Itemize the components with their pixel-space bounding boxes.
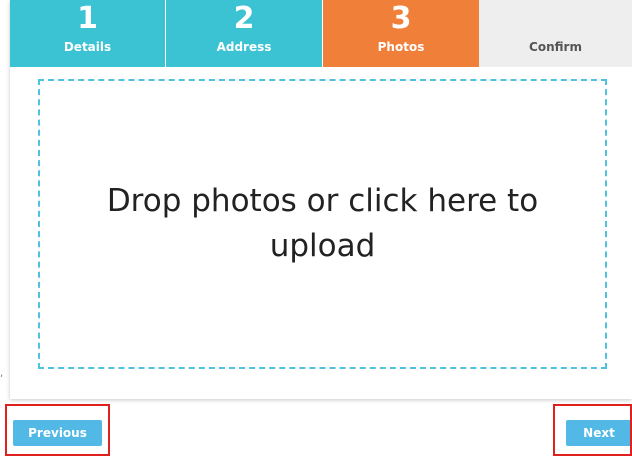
step-label: Address — [216, 40, 272, 54]
step-label: Confirm — [529, 40, 582, 54]
step-progress-bar: 1 Details 2 Address 3 Photos Confirm — [10, 0, 632, 67]
step-number: 1 — [77, 1, 98, 36]
step-label: Details — [63, 40, 112, 54]
wizard-card: 1 Details 2 Address 3 Photos Confirm Dro… — [10, 0, 632, 399]
next-button-highlight — [553, 404, 632, 456]
step-number: 2 — [233, 1, 255, 36]
step-number: 3 — [390, 1, 412, 36]
edge-mark: , — [0, 368, 4, 379]
step-details[interactable]: 1 Details — [10, 0, 166, 67]
step-photos[interactable]: 3 Photos — [323, 0, 479, 67]
photo-dropzone[interactable]: Drop photos or click here to upload — [38, 79, 607, 369]
step-label: Photos — [377, 40, 425, 54]
dropzone-text: Drop photos or click here to upload — [106, 183, 539, 264]
step-address[interactable]: 2 Address — [166, 0, 323, 67]
previous-button-highlight — [5, 404, 110, 456]
step-confirm[interactable]: Confirm — [479, 0, 632, 67]
